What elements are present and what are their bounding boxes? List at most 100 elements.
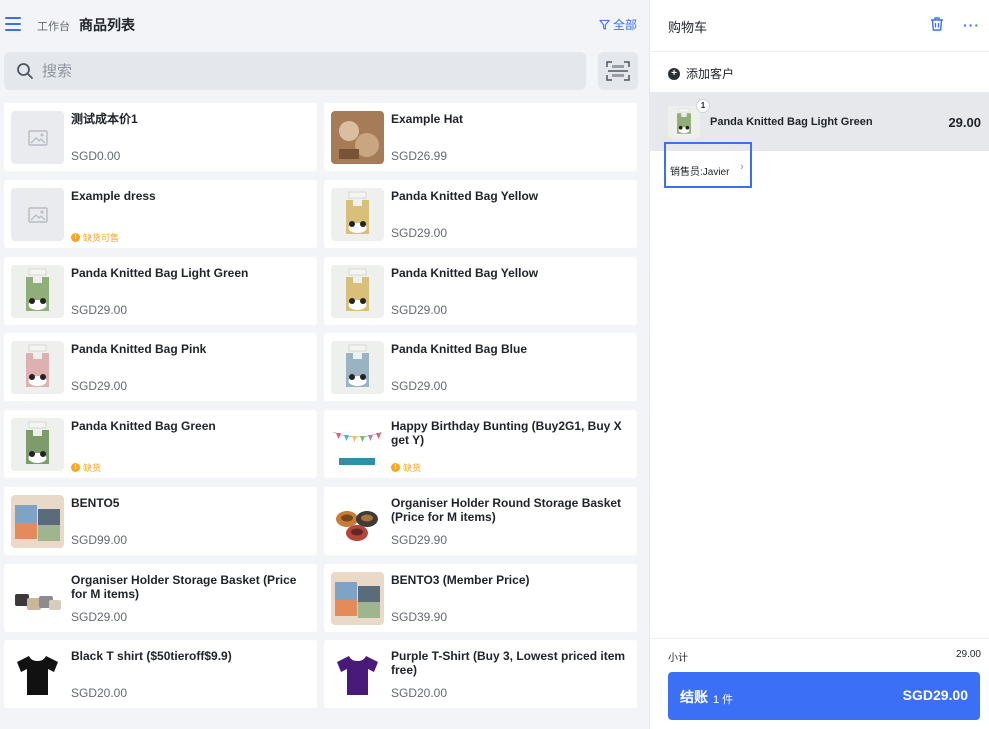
product-thumbnail — [331, 572, 384, 625]
product-price: SGD20.00 — [71, 686, 128, 700]
product-price: SGD29.00 — [391, 303, 448, 317]
product-price: SGD29.90 — [391, 533, 448, 547]
product-name: Black T shirt ($50tieroff$9.9) — [71, 649, 232, 663]
product-thumbnail — [11, 572, 64, 625]
cart-item-thumbnail — [668, 106, 700, 138]
product-price: SGD29.00 — [391, 379, 448, 393]
product-card[interactable]: Panda Knitted Bag Pink SGD29.00 — [4, 333, 317, 401]
product-thumbnail — [11, 495, 64, 548]
warning-icon: ! — [71, 233, 80, 242]
filter-button[interactable]: 全部 — [599, 16, 637, 33]
product-name: BENTO3 (Member Price) — [391, 573, 530, 587]
warning-icon: ! — [71, 463, 80, 472]
warning-icon: ! — [391, 463, 400, 472]
quantity-badge: 1 — [696, 99, 710, 113]
product-card[interactable]: Example dress! 缺货可售 — [4, 180, 317, 248]
product-card[interactable]: 测试成本价1 SGD0.00 — [4, 103, 317, 171]
product-card[interactable]: Black T shirt ($50tieroff$9.9) SGD20.00 — [4, 640, 317, 708]
product-name: Panda Knitted Bag Blue — [391, 342, 528, 356]
product-card[interactable]: Happy Birthday Bunting (Buy2G1, Buy X ge… — [324, 410, 637, 478]
add-customer-button[interactable]: + 添加客户 — [668, 65, 734, 82]
product-thumbnail — [11, 341, 64, 394]
product-price: SGD0.00 — [71, 149, 121, 163]
product-card[interactable]: Organiser Holder Round Storage Basket (P… — [324, 487, 637, 555]
barcode-scan-icon — [606, 61, 630, 81]
search-icon — [17, 63, 33, 79]
product-price: SGD20.00 — [391, 686, 448, 700]
stock-status: ! 缺货可售 — [71, 231, 119, 244]
stock-status: ! 缺货 — [71, 461, 101, 474]
product-thumbnail — [331, 495, 384, 548]
product-name: Panda Knitted Bag Light Green — [71, 266, 249, 280]
product-price: SGD99.00 — [71, 533, 128, 547]
page-title: 商品列表 — [79, 17, 135, 33]
product-card[interactable]: Panda Knitted Bag Yellow SGD29.00 — [324, 257, 637, 325]
product-thumbnail — [331, 111, 384, 164]
add-circle-icon: + — [668, 67, 680, 80]
product-price: SGD29.00 — [71, 303, 128, 317]
product-thumbnail — [331, 188, 384, 241]
filter-label: 全部 — [612, 18, 637, 32]
product-name: Example Hat — [391, 112, 464, 126]
product-thumbnail — [11, 648, 64, 701]
search-input[interactable] — [42, 62, 542, 80]
checkout-total: SGD29.00 — [902, 687, 968, 703]
image-placeholder-icon — [11, 111, 64, 164]
product-card[interactable]: Panda Knitted Bag Green! 缺货 — [4, 410, 317, 478]
product-card[interactable]: Organiser Holder Storage Basket (Price f… — [4, 564, 317, 632]
product-price: SGD29.00 — [71, 610, 128, 624]
scan-button[interactable] — [598, 52, 638, 90]
product-panel: 工作台 商品列表 全部 测试成本价1 SGD0.00 Example Hat SGD2… — [0, 0, 649, 729]
stock-status-label: 缺货 — [403, 463, 422, 473]
product-thumbnail — [331, 418, 384, 471]
image-placeholder-icon — [11, 188, 64, 241]
product-name: Panda Knitted Bag Pink — [71, 342, 207, 356]
product-price: SGD26.99 — [391, 149, 448, 163]
product-card[interactable]: Panda Knitted Bag Light Green SGD29.00 — [4, 257, 317, 325]
product-card[interactable]: Panda Knitted Bag Yellow SGD29.00 — [324, 180, 637, 248]
subtotal-label: 小计 — [668, 653, 688, 664]
cart-title: 购物车 — [668, 20, 708, 35]
search-bar[interactable] — [4, 52, 586, 90]
product-thumbnail — [11, 418, 64, 471]
product-name: Panda Knitted Bag Yellow — [391, 266, 539, 280]
product-name: Purple T-Shirt (Buy 3, Lowest priced ite… — [391, 649, 626, 677]
product-card[interactable]: Example Hat SGD26.99 — [324, 103, 637, 171]
menu-icon[interactable] — [5, 17, 21, 31]
product-name: 测试成本价1 — [71, 112, 138, 126]
cart-item-price: 29.00 — [948, 115, 981, 130]
product-price: SGD29.00 — [391, 226, 448, 240]
product-price: SGD29.00 — [71, 379, 128, 393]
product-thumbnail — [331, 265, 384, 318]
checkout-item-count: 1 件 — [713, 694, 734, 706]
product-price: SGD39.90 — [391, 610, 448, 624]
product-name: Happy Birthday Bunting (Buy2G1, Buy X ge… — [391, 419, 622, 447]
product-card[interactable]: BENTO5 SGD99.00 — [4, 487, 317, 555]
subtotal-row: 小计 29.00 — [650, 638, 989, 668]
product-name: Panda Knitted Bag Green — [71, 419, 216, 433]
cart-panel: 购物车 ··· + 添加客户 1 Panda Knitted Bag Light… — [649, 0, 989, 729]
chevron-right-icon: › — [740, 161, 744, 173]
product-thumbnail — [11, 265, 64, 318]
product-name: Example dress — [71, 189, 156, 203]
cart-header: 购物车 ··· — [650, 0, 989, 52]
add-customer-label: 添加客户 — [686, 67, 735, 81]
product-name: BENTO5 — [71, 496, 120, 510]
cart-item-name: Panda Knitted Bag Light Green — [710, 116, 873, 128]
product-card[interactable]: Panda Knitted Bag Blue SGD29.00 — [324, 333, 637, 401]
more-options-icon[interactable]: ··· — [963, 17, 980, 33]
top-bar: 工作台 商品列表 全部 — [0, 0, 649, 50]
stock-status-label: 缺货 — [83, 463, 102, 473]
checkout-button[interactable]: 结账 1 件 SGD29.00 — [668, 672, 980, 720]
filter-icon — [599, 19, 610, 30]
product-thumbnail — [331, 648, 384, 701]
salesperson-label: 销售员:Javier — [670, 167, 730, 178]
trash-icon[interactable] — [929, 16, 945, 32]
breadcrumb-home[interactable]: 工作台 — [37, 18, 70, 34]
product-card[interactable]: BENTO3 (Member Price) SGD39.90 — [324, 564, 637, 632]
product-name: Organiser Holder Storage Basket (Price f… — [71, 573, 297, 601]
stock-status-label: 缺货可售 — [83, 233, 120, 243]
product-card[interactable]: Purple T-Shirt (Buy 3, Lowest priced ite… — [324, 640, 637, 708]
product-name: Organiser Holder Round Storage Basket (P… — [391, 496, 622, 524]
salesperson-selector[interactable]: 销售员:Javier › — [664, 142, 752, 188]
